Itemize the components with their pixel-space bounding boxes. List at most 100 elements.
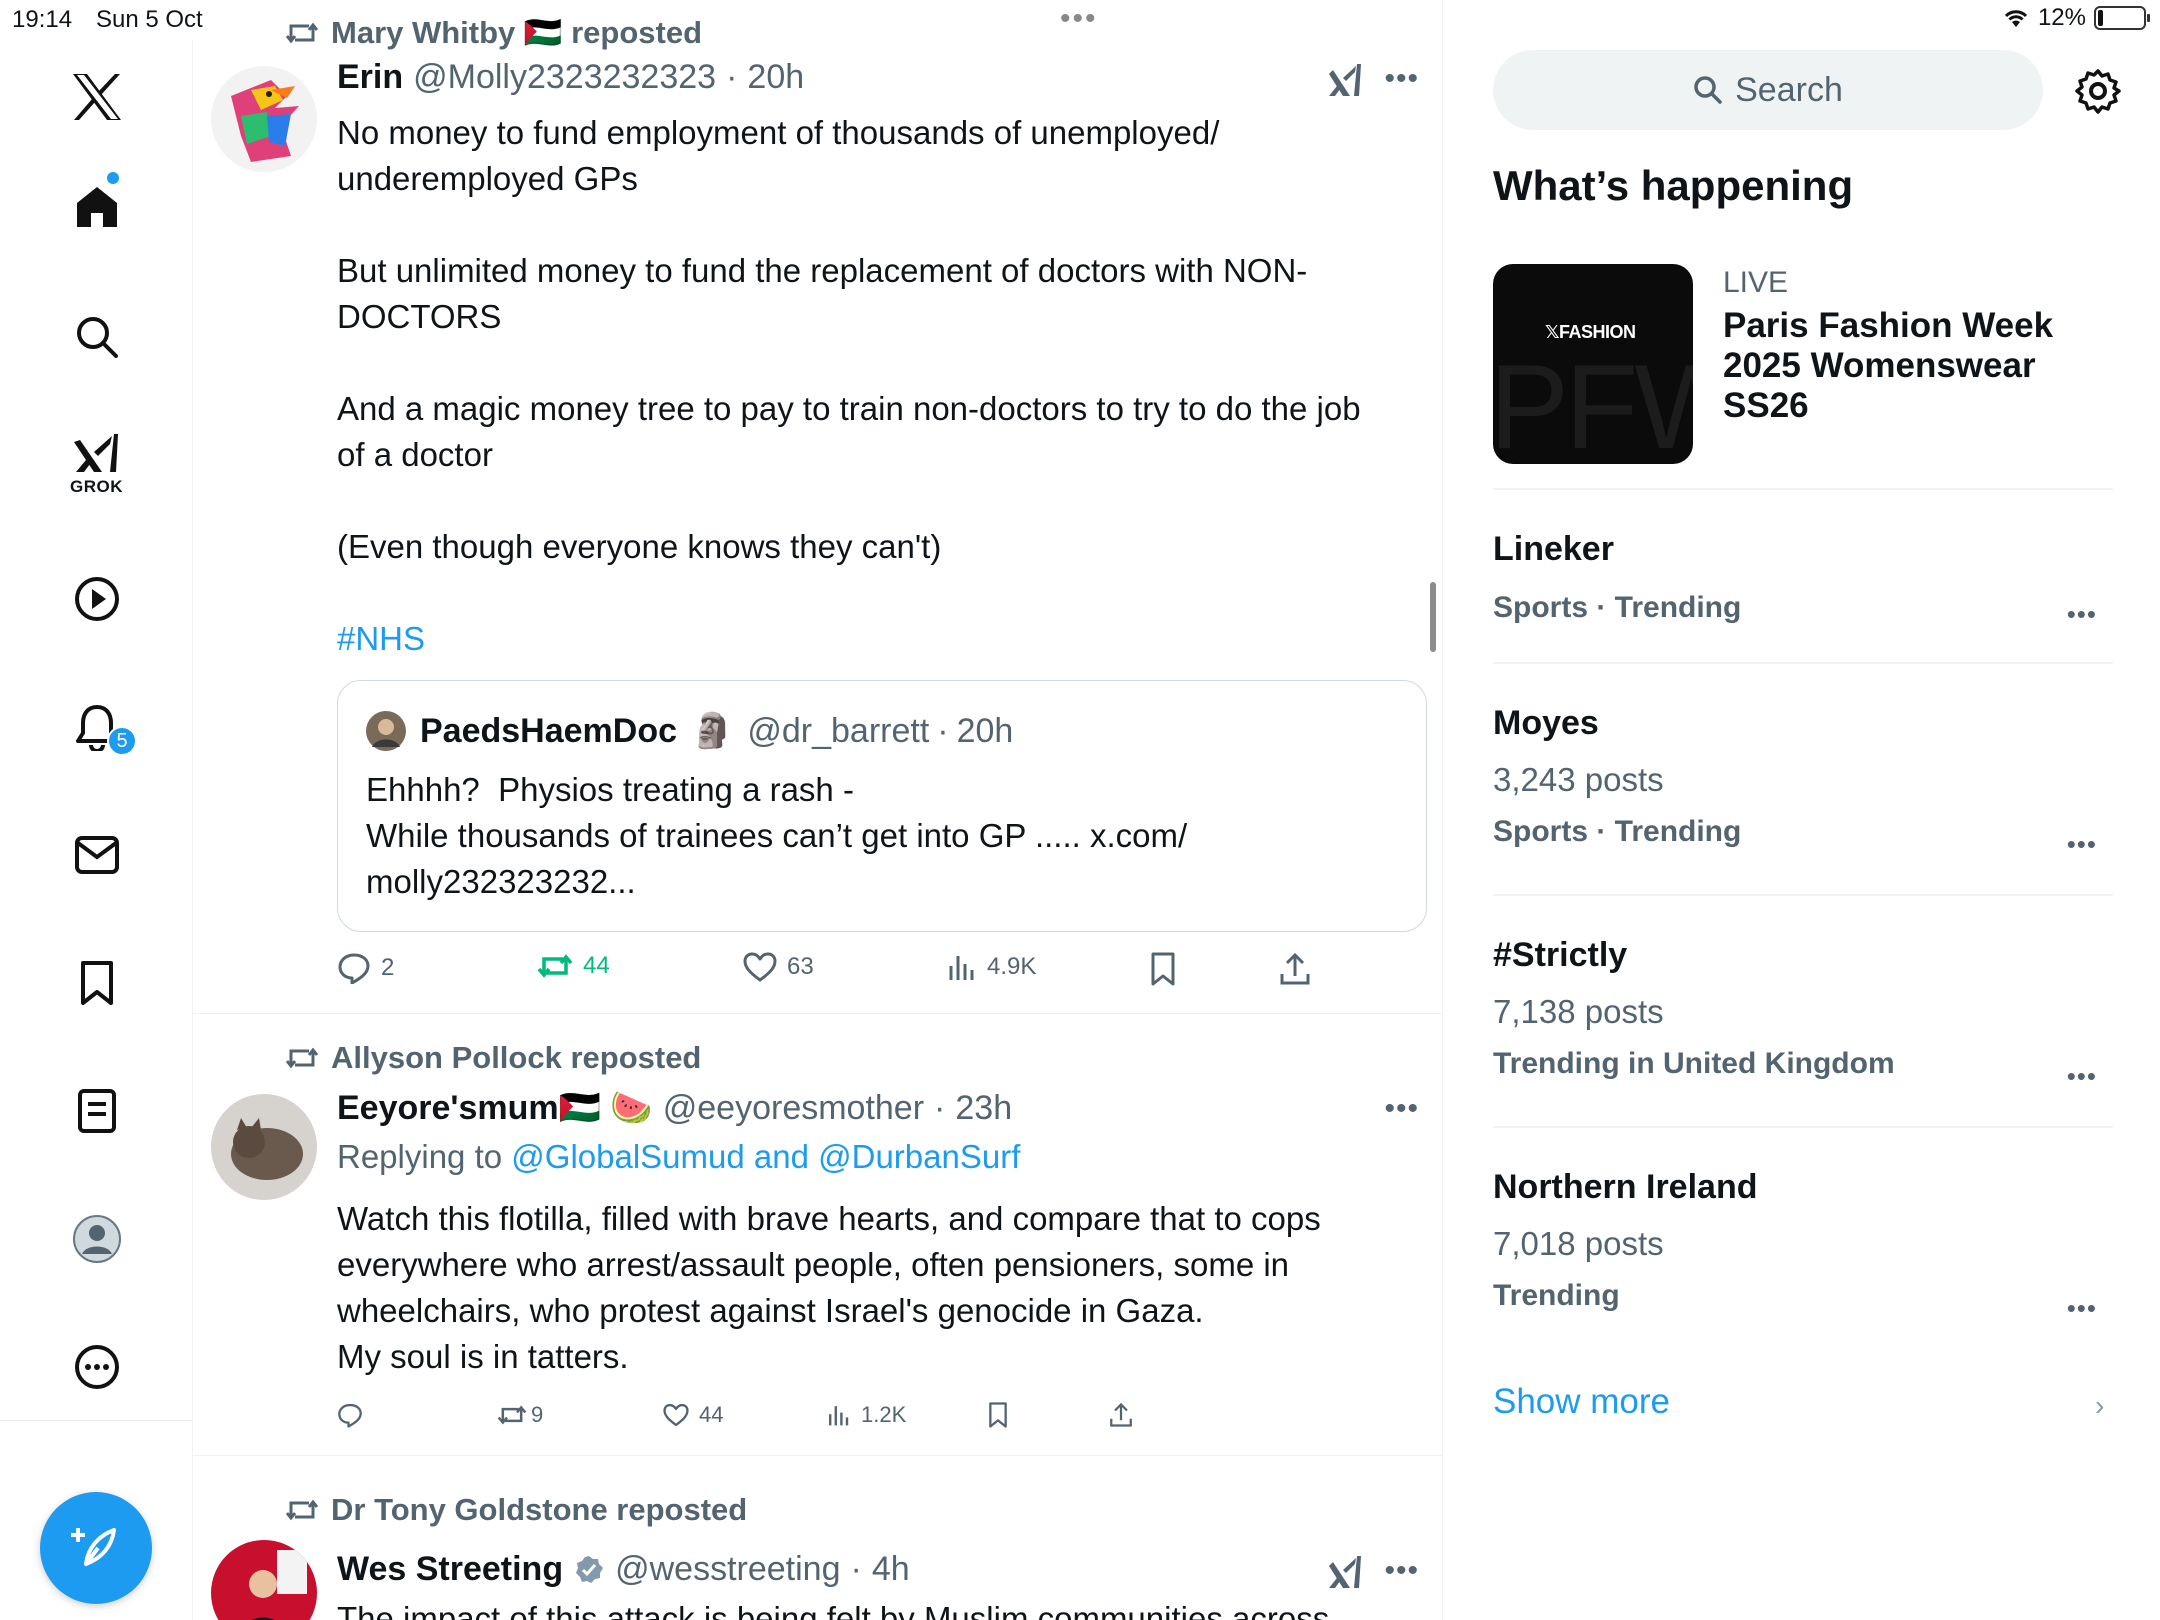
avatar[interactable] [211,1094,317,1200]
more-options-icon[interactable]: ••• [1384,1092,1419,1126]
like-button[interactable]: 63 [743,952,814,982]
trend-name: Lineker [1493,530,1614,568]
hashtag-link[interactable]: #NHS [337,616,1397,662]
bookmark-button[interactable] [987,1402,1009,1428]
chevron-right-icon[interactable]: › [2095,1390,2104,1422]
post-erin[interactable]: Mary Whitby 🇵🇸 reposted Erin @Molly23232… [193,0,1442,1014]
post-eeyoresmum[interactable]: Allyson Pollock reposted Eeyore'smum🇵🇸 🍉… [193,1014,1442,1456]
compose-button[interactable] [40,1492,152,1604]
search-input[interactable]: Search [1493,50,2043,130]
reply-button[interactable]: 2 [337,952,394,984]
more-options-icon[interactable]: ••• [1384,62,1419,96]
x-logo-icon[interactable] [0,62,193,132]
trend-item[interactable]: Northern Ireland 7,018 posts Trending ••… [1493,1168,2113,1328]
show-more-link[interactable]: Show more [1493,1382,1670,1422]
trend-more-icon[interactable]: ••• [2067,599,2097,630]
post-time[interactable]: 23h [955,1089,1012,1128]
view-count: 4.9K [987,953,1037,980]
avatar[interactable] [211,66,317,172]
avatar[interactable] [366,711,406,751]
trend-name: #Strictly [1493,936,1628,974]
bookmark-icon[interactable] [0,948,193,1018]
live-event-thumbnail[interactable]: PFW 𝕏FASHION [1493,264,1693,464]
mail-icon[interactable] [0,820,193,890]
bookmark-icon [1151,952,1175,986]
settings-gear-icon[interactable] [2075,68,2121,119]
trend-item[interactable]: Moyes 3,243 posts Sports · Trending ••• [1493,704,2113,864]
reply-mentions[interactable]: @GlobalSumud and @DurbanSurf [511,1138,1020,1175]
trend-more-icon[interactable]: ••• [2067,829,2097,860]
share-button[interactable] [1109,1402,1133,1428]
video-icon[interactable] [0,564,193,634]
like-button[interactable]: 44 [663,1402,723,1428]
post-wes-streeting[interactable]: Dr Tony Goldstone reposted Wes Streeting… [193,1456,1442,1620]
repost-context-text[interactable]: Mary Whitby 🇵🇸 reposted [331,14,702,51]
live-event-title[interactable]: Paris Fashion Week 2025 Womenswear SS26 [1723,306,2103,426]
live-label: LIVE [1723,266,1789,299]
divider [1493,1126,2113,1128]
search-icon [1694,76,1722,104]
status-date: Sun 5 Oct [96,6,203,33]
x-fashion-logo: 𝕏FASHION [1545,322,1636,342]
replying-prefix: Replying to [337,1138,503,1175]
trend-item[interactable]: #Strictly 7,138 posts Trending in United… [1493,936,2113,1096]
lists-icon[interactable] [0,1076,193,1146]
bookmark-button[interactable] [1149,952,1177,986]
repost-context: Allyson Pollock reposted [285,1040,701,1076]
nav-divider [0,1420,193,1421]
repost-context-text[interactable]: Dr Tony Goldstone reposted [331,1492,747,1528]
repost-button[interactable]: 44 [537,952,610,980]
repost-context: Dr Tony Goldstone reposted [285,1492,747,1528]
grok-icon[interactable] [0,426,193,482]
quote-author-name[interactable]: PaedsHaemDoc [420,712,677,751]
notifications-badge: 5 [107,726,137,756]
author-name[interactable]: Wes Streeting [337,1550,563,1589]
more-options-icon[interactable]: ••• [1384,1554,1419,1588]
scrollbar-thumb[interactable] [1430,582,1436,652]
grok-explain-icon[interactable] [1327,62,1363,103]
quote-header: PaedsHaemDoc 🗿 @dr_barrett · 20h [366,711,1013,751]
trend-more-icon[interactable]: ••• [2067,1061,2097,1092]
home-unread-dot [107,172,119,184]
trend-category: Trending in United Kingdom [1493,1047,1895,1080]
quote-time: 20h [956,711,1014,750]
search-placeholder: Search [1735,70,1843,109]
view-count: 1.2K [861,1402,907,1427]
avatar[interactable] [211,1540,317,1620]
more-icon[interactable] [0,1332,193,1402]
divider [1493,488,2113,490]
quoted-post[interactable]: PaedsHaemDoc 🗿 @dr_barrett · 20h Ehhhh? … [337,680,1427,932]
share-button[interactable] [1279,952,1311,986]
reply-icon [338,953,370,984]
trend-more-icon[interactable]: ••• [2067,1293,2097,1324]
post-text: (Even though everyone knows they can't) [337,528,942,565]
like-count: 44 [699,1402,724,1427]
timeline: Mary Whitby 🇵🇸 reposted Erin @Molly23232… [193,0,1443,1620]
profile-icon[interactable] [0,1204,193,1274]
grok-explain-icon[interactable] [1327,1554,1363,1595]
author-handle[interactable]: @eeyoresmother [663,1089,924,1128]
author-name[interactable]: Erin [337,58,403,97]
repost-button[interactable]: 9 [497,1402,543,1428]
post-header: Wes Streeting @wesstreeting · 4h [337,1550,910,1589]
post-time[interactable]: 4h [872,1550,910,1589]
trend-name: Northern Ireland [1493,1168,1758,1206]
author-name[interactable]: Eeyore'smum🇵🇸 🍉 [337,1088,653,1128]
author-handle[interactable]: @Molly2323232323 [413,58,716,97]
author-handle[interactable]: @wesstreeting [615,1550,840,1589]
separator: · [726,58,738,96]
bookmark-icon [989,1402,1007,1428]
quote-author-handle[interactable]: @dr_barrett [747,712,929,751]
post-text: But unlimited money to fund the replacem… [337,252,1308,335]
views-button[interactable]: 1.2K [827,1402,906,1428]
card-bg-text: PFW [1493,340,1693,464]
bell-icon[interactable] [0,692,193,762]
reply-button[interactable] [337,1402,373,1428]
views-button[interactable]: 4.9K [947,952,1036,982]
post-time[interactable]: 20h [747,58,804,97]
search-icon[interactable] [0,302,193,372]
home-icon[interactable] [0,172,193,242]
trend-item[interactable]: Lineker Sports · Trending ••• [1493,530,2113,634]
divider [1493,894,2113,896]
repost-context-text[interactable]: Allyson Pollock reposted [331,1040,701,1076]
